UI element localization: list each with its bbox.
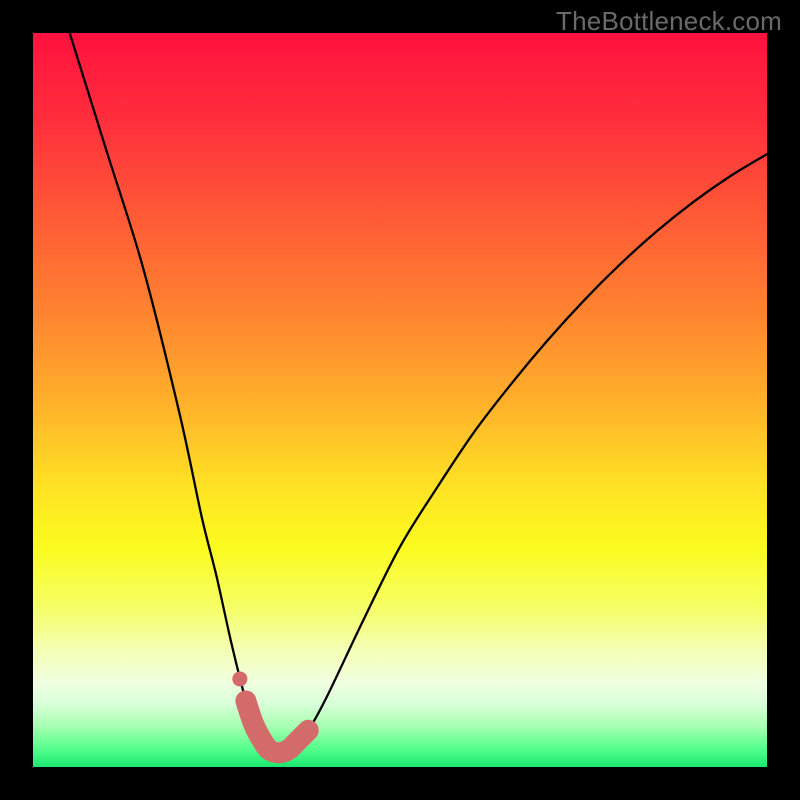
chart-svg xyxy=(33,33,767,767)
highlight-dot xyxy=(232,671,247,686)
chart-frame: TheBottleneck.com xyxy=(0,0,800,800)
gradient-background xyxy=(33,33,767,767)
plot-area xyxy=(33,33,767,767)
